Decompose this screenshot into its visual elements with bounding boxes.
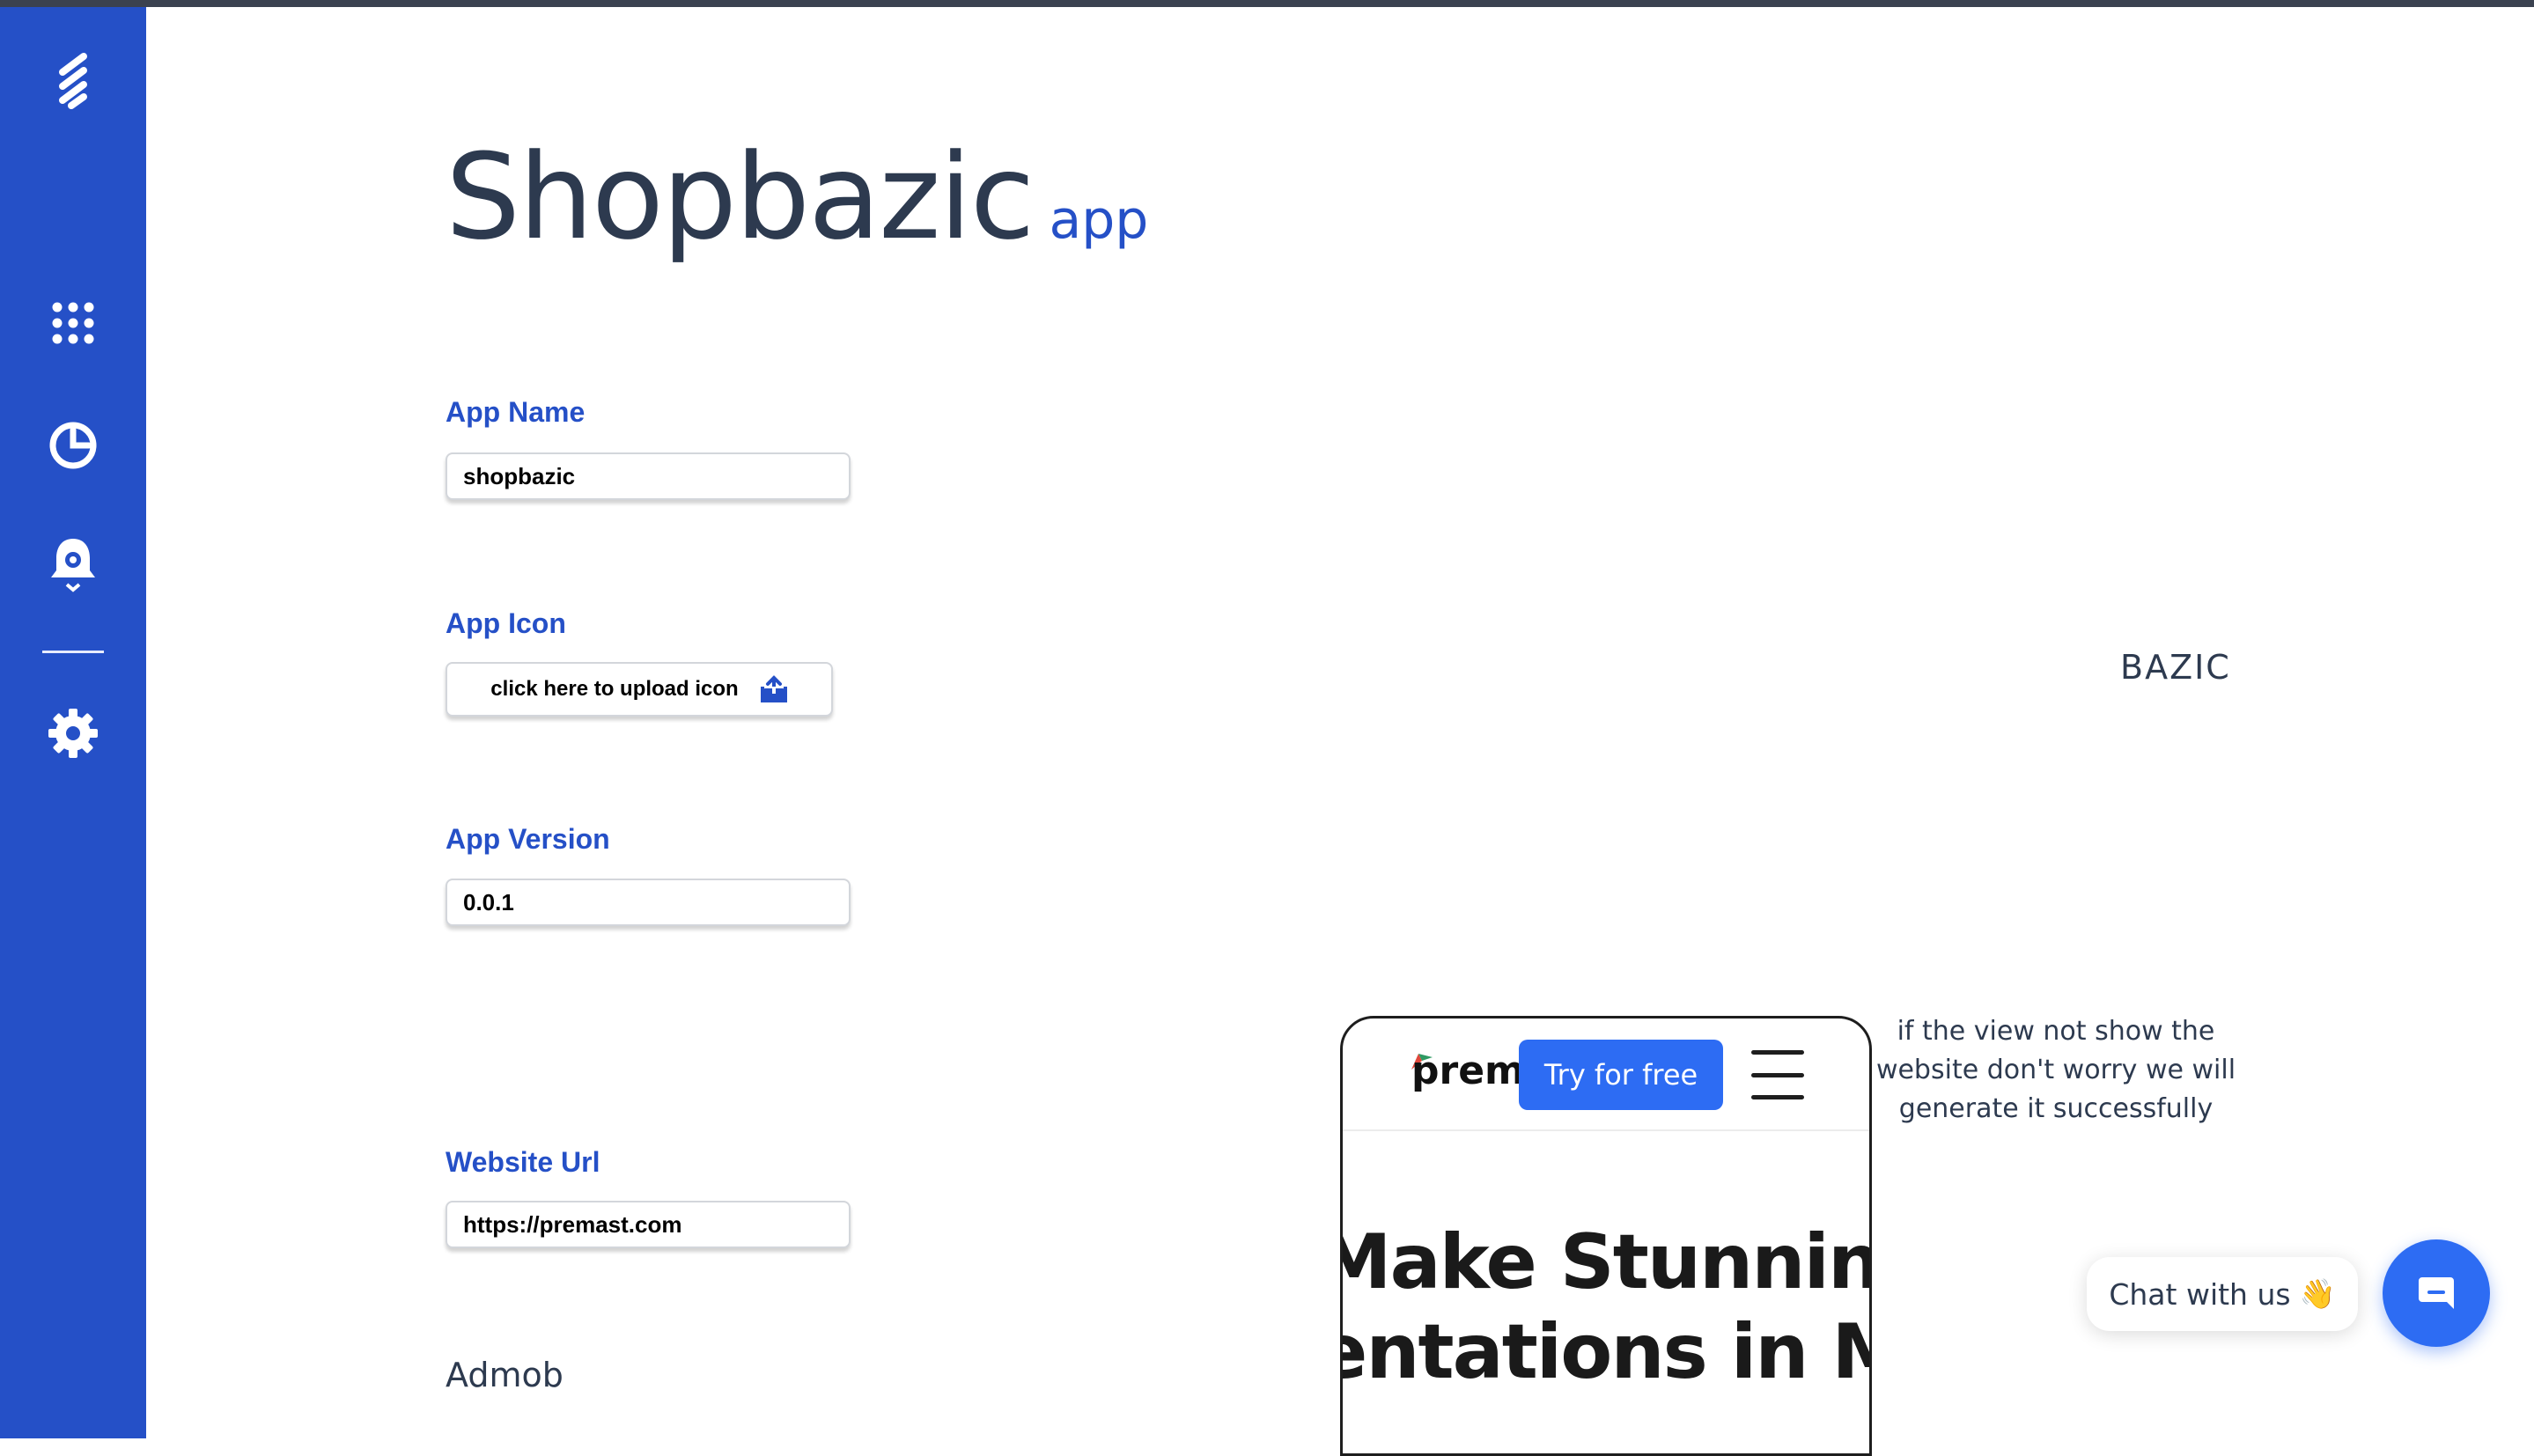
try-for-free-button[interactable]: Try for free: [1519, 1040, 1723, 1110]
website-preview-phone: prem Try for free Make Stunning entation…: [1340, 1016, 1872, 1456]
admob-section-title: Admob: [446, 1356, 564, 1394]
preview-hero-line-1: Make Stunning: [1343, 1218, 1869, 1306]
website-url-field[interactable]: [446, 1201, 851, 1248]
page-title: Shopbazic app: [446, 129, 1148, 266]
upload-icon-button[interactable]: click here to upload icon: [446, 662, 833, 717]
app-version-field[interactable]: [446, 879, 851, 926]
bell-icon[interactable]: [49, 535, 97, 593]
stacked-bars-logo-icon[interactable]: [54, 51, 92, 113]
app-version-label: App Version: [446, 823, 610, 855]
chat-launcher-button[interactable]: [2383, 1239, 2490, 1347]
app-title: Shopbazic: [446, 129, 1035, 266]
chat-label: Chat with us: [2109, 1276, 2291, 1312]
sidebar: [0, 7, 146, 1438]
app-name-field[interactable]: [446, 452, 851, 500]
app-icon-label: App Icon: [446, 607, 566, 639]
sidebar-divider: [42, 651, 104, 653]
website-url-label: Website Url: [446, 1146, 600, 1178]
app-title-suffix: app: [1049, 189, 1149, 251]
preview-note: if the view not show the website don't w…: [1875, 1016, 2236, 1124]
app-name-label: App Name: [446, 396, 586, 428]
brand-logo-text: BAZIC: [2120, 648, 2231, 687]
pie-chart-icon[interactable]: [48, 421, 98, 470]
chat-with-us-pill[interactable]: Chat with us 👋: [2087, 1257, 2358, 1331]
preview-hero-heading: Make Stunning entations in Mi: [1340, 1217, 1869, 1397]
upload-icon-button-label: click here to upload icon: [490, 677, 739, 701]
preview-navbar: prem Try for free: [1343, 1018, 1869, 1131]
waving-hand-icon: 👋: [2299, 1276, 2336, 1311]
chat-bubble-icon: [2419, 1277, 2454, 1309]
preview-logo-text: prem: [1411, 1048, 1525, 1093]
window-top-bar: [0, 0, 2534, 7]
preview-hero-line-2: entations in Mi: [1340, 1308, 1869, 1396]
gear-icon[interactable]: [48, 708, 99, 759]
grid-dots-icon[interactable]: [51, 301, 95, 345]
hamburger-menu-icon[interactable]: [1751, 1050, 1804, 1099]
upload-icon: [760, 675, 787, 702]
